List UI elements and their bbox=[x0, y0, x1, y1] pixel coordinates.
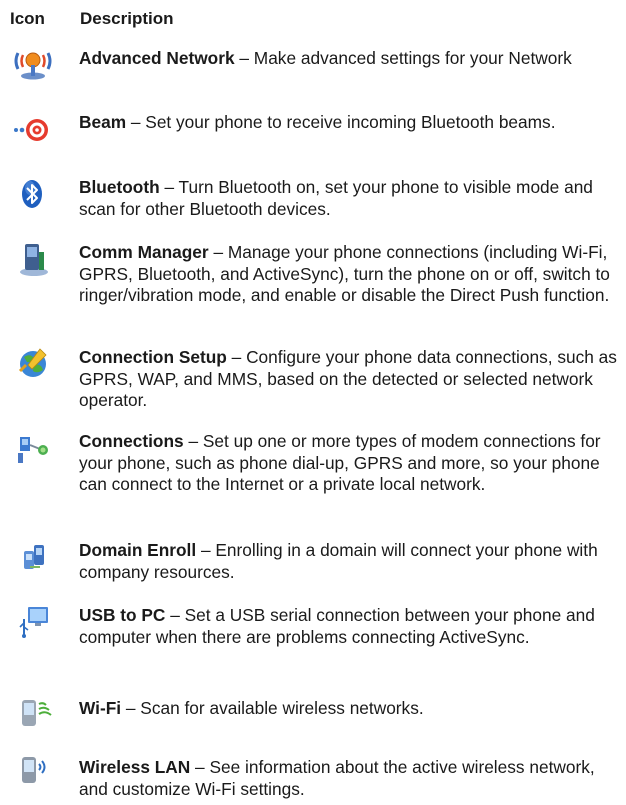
settings-icon-table: Icon Description Advanced Network – Make… bbox=[0, 0, 626, 805]
row-description: Connection Setup – Configure your phone … bbox=[79, 347, 617, 410]
header-description-label: Description bbox=[80, 9, 174, 28]
wi-fi-icon bbox=[10, 692, 56, 732]
row-description: Wireless LAN – See information about the… bbox=[79, 757, 595, 799]
row-description: Connections – Set up one or more types o… bbox=[79, 431, 601, 494]
setting-name: Connection Setup bbox=[79, 347, 227, 367]
row-description: Bluetooth – Turn Bluetooth on, set your … bbox=[79, 177, 593, 219]
usb-to-pc-icon bbox=[10, 601, 56, 641]
beam-icon bbox=[10, 109, 56, 149]
setting-name: USB to PC bbox=[79, 605, 166, 625]
row-description: Domain Enroll – Enrolling in a domain wi… bbox=[79, 540, 598, 582]
row-description: Comm Manager – Manage your phone connect… bbox=[79, 242, 610, 305]
setting-text: Make advanced settings for your Network bbox=[253, 48, 572, 68]
setting-name: Advanced Network bbox=[79, 48, 235, 68]
advanced-network-icon bbox=[10, 41, 56, 81]
row-description: USB to PC – Set a USB serial connection … bbox=[79, 605, 595, 647]
row-description: Advanced Network – Make advanced setting… bbox=[79, 48, 572, 68]
setting-name: Bluetooth bbox=[79, 177, 160, 197]
setting-name: Beam bbox=[79, 112, 127, 132]
comm-manager-icon bbox=[10, 238, 56, 278]
setting-name: Wi-Fi bbox=[79, 698, 122, 718]
row-description: Beam – Set your phone to receive incomin… bbox=[79, 112, 556, 132]
connection-setup-icon bbox=[10, 343, 56, 383]
setting-name: Domain Enroll bbox=[79, 540, 197, 560]
wireless-lan-icon bbox=[10, 751, 56, 791]
bluetooth-icon bbox=[10, 174, 56, 214]
domain-enroll-icon bbox=[10, 537, 56, 577]
setting-name: Comm Manager bbox=[79, 242, 209, 262]
setting-name: Connections bbox=[79, 431, 184, 451]
connections-icon bbox=[10, 427, 56, 467]
row-description: Wi-Fi – Scan for available wireless netw… bbox=[79, 698, 424, 718]
setting-name: Wireless LAN bbox=[79, 757, 191, 777]
table-header: Icon Description bbox=[10, 9, 174, 29]
setting-text: Set your phone to receive incoming Bluet… bbox=[145, 112, 556, 132]
header-icon-label: Icon bbox=[10, 9, 45, 28]
setting-text: Scan for available wireless networks. bbox=[140, 698, 424, 718]
